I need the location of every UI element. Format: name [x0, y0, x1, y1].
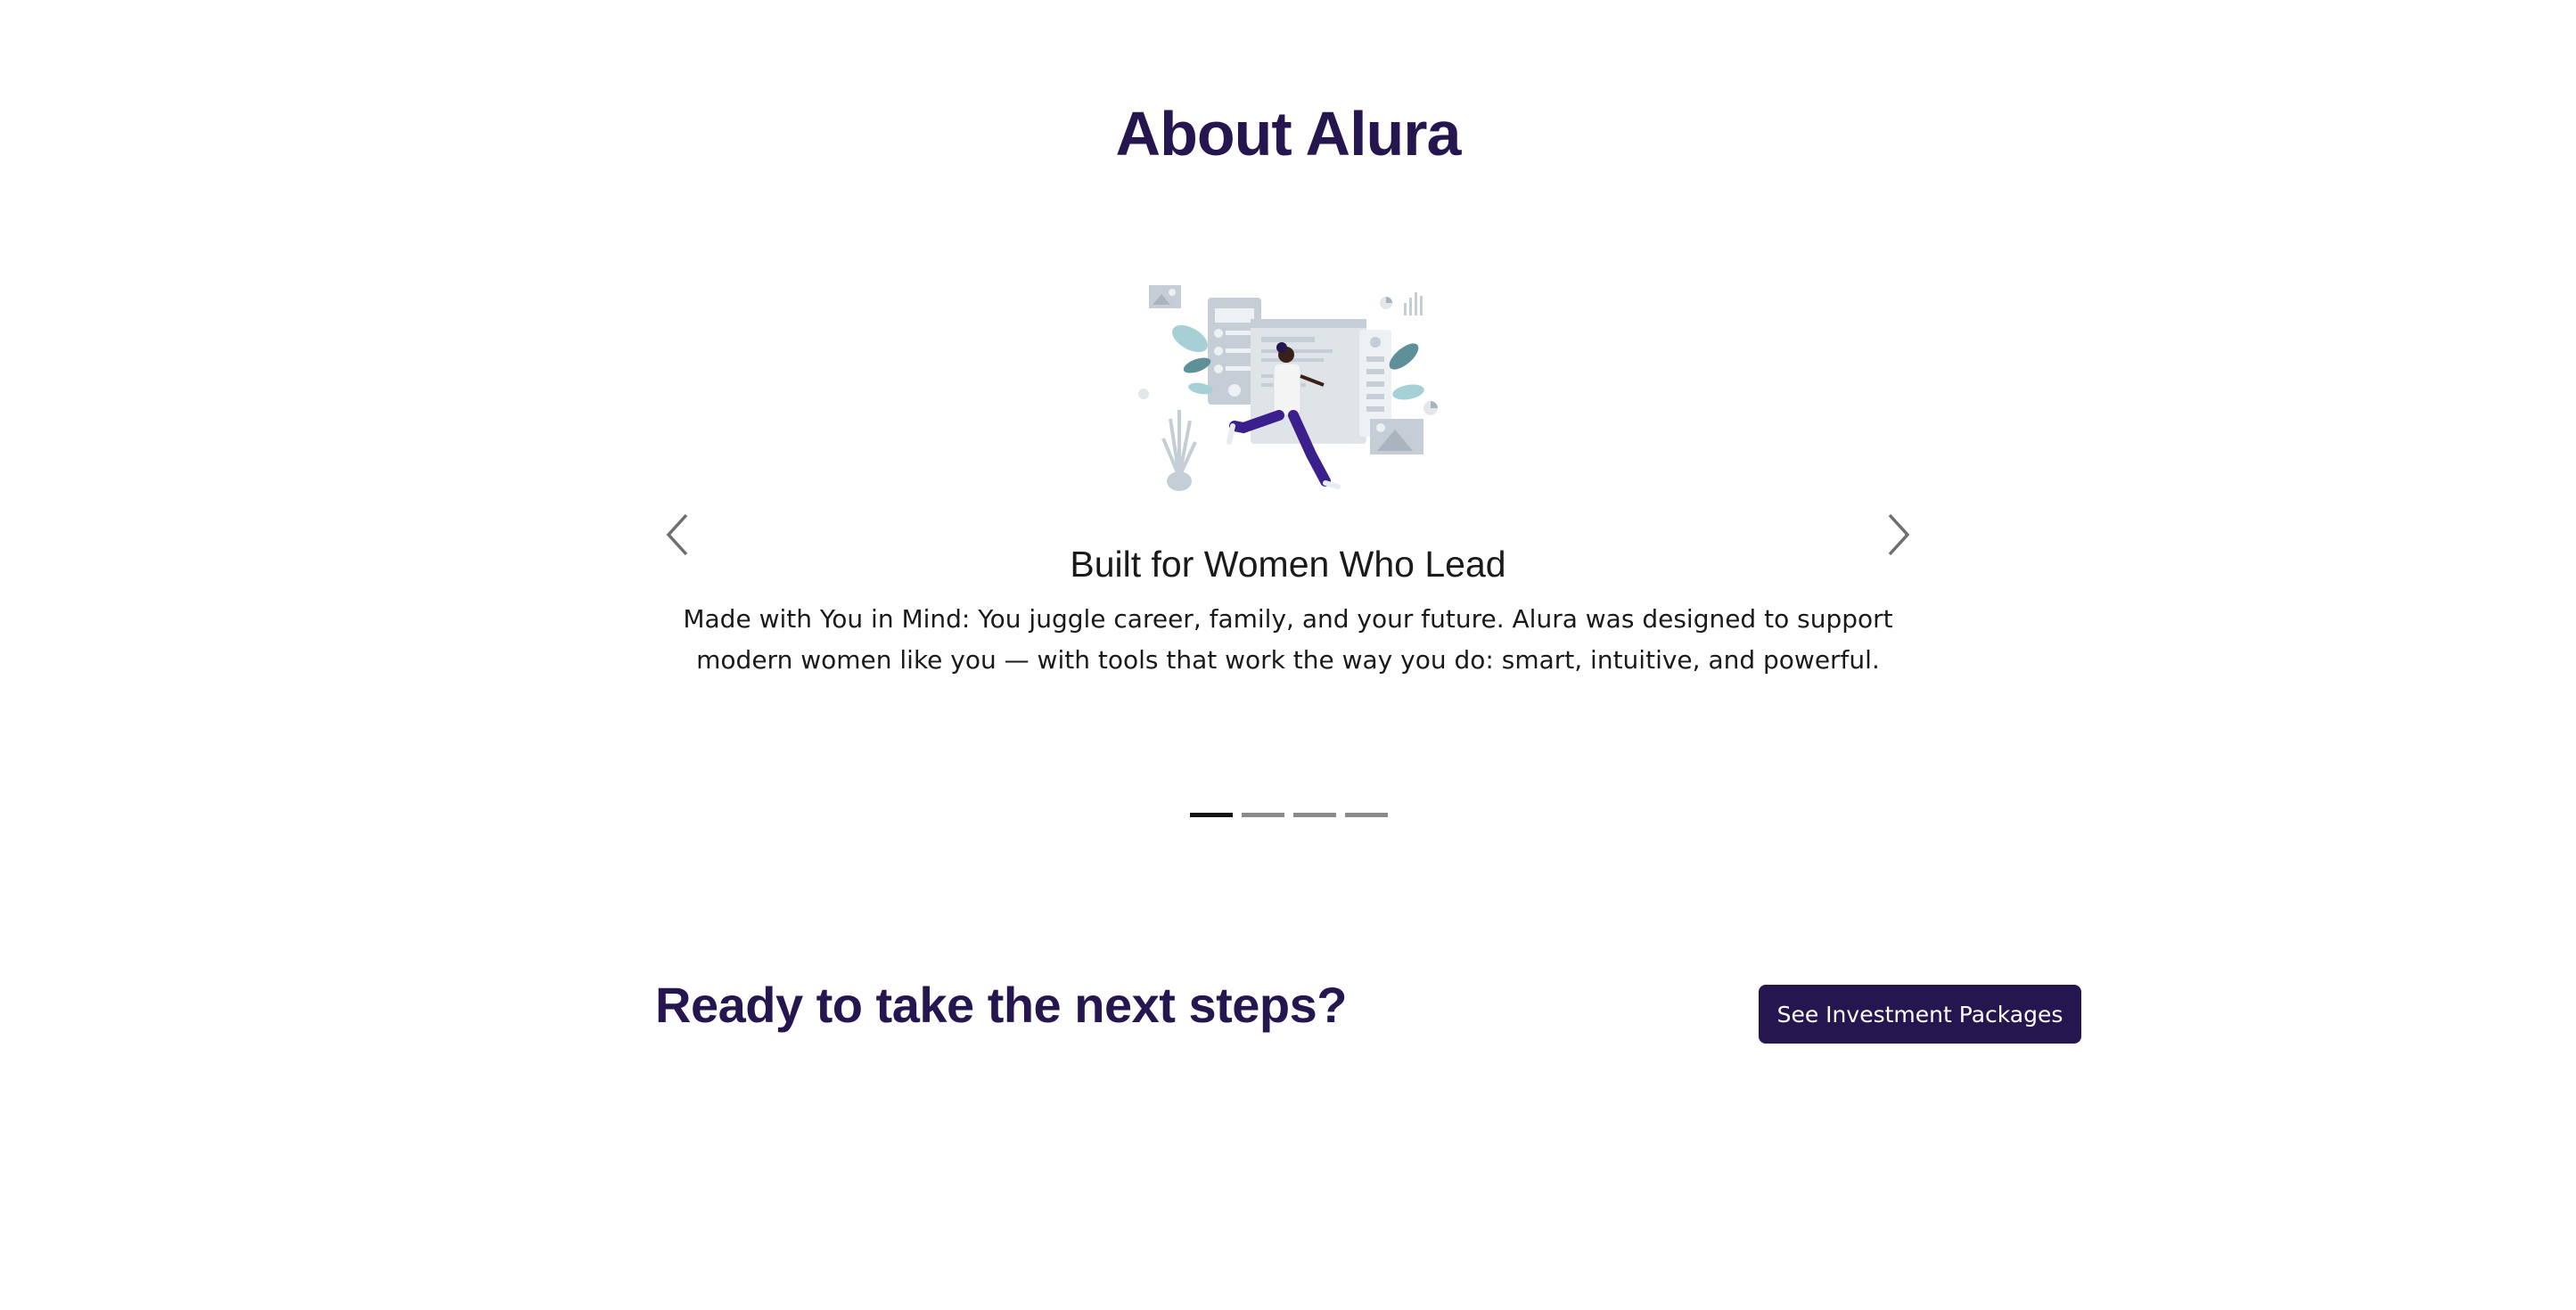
slide-heading: Built for Women Who Lead [1070, 544, 1506, 585]
carousel-indicator-1[interactable] [1190, 813, 1233, 817]
chevron-right-icon [1888, 513, 1910, 556]
carousel-indicator-2[interactable] [1242, 813, 1284, 817]
carousel-indicator-3[interactable] [1293, 813, 1336, 817]
carousel-indicators [1190, 813, 1388, 818]
woman-running-illustration [1138, 285, 1438, 491]
slide-description: Made with You in Mind: You juggle career… [683, 604, 1893, 675]
page-title: About Alura [1115, 99, 1462, 168]
carousel-indicator-4[interactable] [1345, 813, 1388, 817]
carousel-next-button[interactable] [1872, 508, 1925, 561]
see-investment-packages-button[interactable]: See Investment Packages [1759, 985, 2081, 1044]
cta-heading: Ready to take the next steps? [655, 977, 1347, 1033]
about-carousel: Built for Women Who Lead Made with You i… [651, 267, 1925, 838]
